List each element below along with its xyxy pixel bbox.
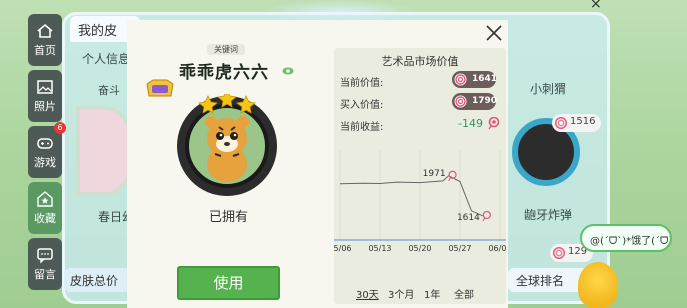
price-history-chart: 05/06 05/13 05/20 05/27 06/03 1971 1614	[334, 150, 506, 253]
level-badge-icon	[146, 79, 174, 97]
nav-label: 照片	[34, 100, 56, 113]
candy-icon	[555, 117, 567, 129]
marker-stick	[482, 217, 486, 222]
notification-badge: 6	[54, 122, 66, 134]
home-icon	[37, 23, 53, 38]
message-icon	[37, 248, 53, 264]
close-icon[interactable]	[483, 22, 505, 44]
chart-grid	[339, 150, 501, 240]
marker-stick	[448, 177, 451, 182]
current-value-row: 当前价值: 1641	[340, 71, 500, 89]
x-tick-label: 05/06	[334, 244, 352, 253]
current-value: 1641	[472, 74, 498, 84]
nav-label: 留言	[34, 268, 56, 281]
nav-label: 首页	[34, 44, 56, 57]
photo-icon	[37, 80, 53, 94]
buy-value-pill: 1790	[452, 93, 498, 110]
right-item-price-badge: 1516	[552, 114, 602, 132]
candy-icon	[454, 73, 467, 86]
buy-value-row: 买入价值: 1790	[340, 93, 500, 111]
left-item-top-label: 奋斗	[98, 84, 120, 97]
keyword-tag: 关键词	[207, 44, 245, 55]
item-name: 乖乖虎六六	[179, 63, 269, 83]
range-tab-1y[interactable]: 1年	[424, 286, 440, 301]
nav-label: 收藏	[34, 212, 56, 225]
use-button[interactable]: 使用	[177, 266, 280, 300]
gain-value: -149	[458, 117, 483, 130]
nav-label: 游戏	[34, 156, 56, 169]
candy-icon	[553, 247, 565, 259]
x-tick-label: 05/27	[448, 244, 471, 253]
nav-favorites[interactable]: 收藏	[28, 182, 62, 234]
nav-games[interactable]: 6 游戏	[28, 122, 66, 178]
range-tab-all[interactable]: 全部	[454, 286, 474, 301]
current-value-label: 当前价值:	[340, 78, 384, 89]
marker-ring	[482, 210, 491, 220]
global-rank-button[interactable]: 全球排名	[508, 268, 588, 292]
gain-row: 当前收益: -149	[340, 115, 500, 133]
personal-info-label: 个人信息	[82, 52, 131, 66]
chat-bubble[interactable]: @(ˊᗜˋ)*饿了(ˊᗜˋ)*...	[580, 224, 672, 252]
x-tick-label: 05/13	[368, 244, 391, 253]
range-tab-30d[interactable]: 30天	[356, 286, 379, 301]
marker-ring	[448, 170, 457, 179]
right-item-name: 龅牙炸弹	[524, 208, 573, 222]
nav-messages[interactable]: 留言	[28, 238, 62, 290]
eye-icon[interactable]	[282, 66, 294, 76]
item-detail-modal: 关键词 乖乖虎六六 已拥有 使用 艺术品市场价值 当前价值: 1641 买入价值…	[127, 20, 508, 308]
buy-value-label: 买入价值:	[340, 100, 384, 111]
buy-value: 1790	[472, 96, 498, 106]
background-close-button[interactable]: ×	[590, 0, 602, 12]
owned-status: 已拥有	[209, 210, 249, 225]
data-label: 1614	[457, 213, 480, 223]
chart-x-axis: 05/06 05/13 05/20 05/27 06/03	[334, 239, 506, 253]
tiger-skin-portrait	[177, 94, 277, 196]
data-label: 1971	[423, 169, 446, 179]
nav-photo[interactable]: 照片	[28, 70, 62, 122]
price-line	[339, 175, 484, 217]
range-tab-3m[interactable]: 3个月	[388, 286, 414, 301]
nav-home[interactable]: 首页	[28, 14, 62, 66]
star-house-icon	[37, 191, 53, 207]
x-tick-label: 06/03	[488, 244, 506, 253]
current-value-pill: 1641	[452, 71, 498, 88]
mascot-character[interactable]	[578, 262, 618, 308]
skin-total-value-bar: 皮肤总价	[64, 268, 130, 292]
market-title: 艺术品市场价值	[381, 55, 459, 68]
right-item-top-label: 小刺猬	[530, 82, 567, 96]
market-value-panel: 艺术品市场价值 当前价值: 1641 买入价值: 1790 当前收益: -149…	[334, 48, 506, 304]
lollipop-marker	[482, 210, 491, 222]
candy-icon	[454, 95, 467, 108]
gamepad-icon	[37, 138, 53, 149]
lollipop-icon	[488, 117, 500, 130]
gain-label: 当前收益:	[340, 122, 384, 133]
x-tick-label: 05/20	[408, 244, 431, 253]
